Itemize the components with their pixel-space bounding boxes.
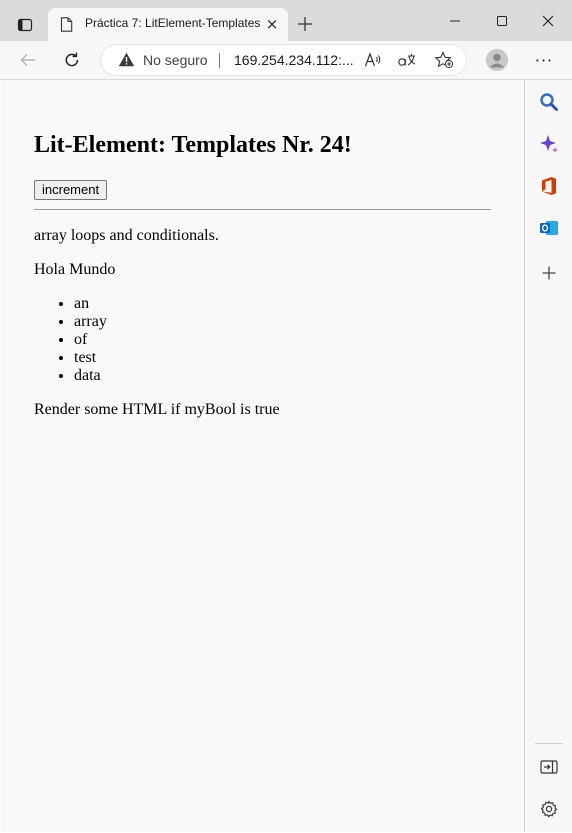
address-bar[interactable]: No seguro 169.254.234.112:...	[101, 45, 466, 75]
refresh-button[interactable]	[57, 45, 87, 75]
sidebar-divider	[535, 743, 563, 744]
warning-icon[interactable]	[118, 52, 135, 67]
sidebar-search-button[interactable]	[536, 89, 562, 115]
read-aloud-button[interactable]	[361, 49, 385, 71]
search-icon	[540, 93, 558, 111]
increment-button[interactable]: increment	[34, 180, 108, 200]
minimize-button[interactable]	[432, 0, 478, 41]
list-item: data	[74, 367, 107, 385]
data-list: an array of test data	[34, 295, 107, 385]
browser-tab-active[interactable]: Práctica 7: LitElement-Templates ×	[48, 8, 288, 41]
greeting-text: Hola Mundo	[34, 261, 116, 278]
url-text[interactable]: 169.254.234.112:...	[234, 52, 354, 68]
maximize-button[interactable]	[479, 0, 525, 41]
back-button[interactable]	[13, 45, 43, 75]
refresh-icon	[65, 52, 79, 67]
list-item: test	[74, 349, 107, 367]
sidebar-settings-button[interactable]	[536, 796, 562, 822]
more-icon: ···	[534, 50, 554, 70]
outlook-icon	[540, 221, 558, 235]
maximize-icon	[497, 15, 507, 26]
favorite-button[interactable]	[432, 49, 456, 71]
browser-toolbar: No seguro 169.254.234.112:... ···	[0, 41, 572, 80]
tab-actions-button[interactable]	[8, 8, 42, 42]
translate-button[interactable]	[395, 49, 419, 71]
security-status-label[interactable]: No seguro	[143, 52, 208, 68]
sidebar-outlook-button[interactable]	[536, 215, 562, 241]
address-divider	[219, 53, 220, 68]
new-tab-button[interactable]	[291, 10, 319, 38]
list-item: array	[74, 313, 107, 331]
copilot-icon	[540, 135, 558, 153]
plus-icon	[298, 17, 312, 31]
intro-text: array loops and conditionals.	[34, 227, 219, 244]
translate-icon	[398, 54, 416, 66]
add-icon	[542, 266, 556, 280]
sidebar-copilot-button[interactable]	[536, 131, 562, 157]
sidebar-office-button[interactable]	[536, 173, 562, 199]
sidebar-add-button[interactable]	[536, 260, 562, 286]
browser-titlebar: Práctica 7: LitElement-Templates ×	[0, 0, 572, 41]
sidebar-hide-button[interactable]	[536, 754, 562, 780]
back-arrow-icon	[20, 53, 35, 67]
tab-actions-icon	[17, 18, 33, 32]
conditional-text: Render some HTML if myBool is true	[34, 401, 280, 418]
more-button[interactable]: ···	[530, 45, 558, 75]
minimize-icon	[450, 20, 460, 21]
favorite-add-icon	[434, 51, 454, 69]
page-viewport: Lit-Element: Templates Nr. 24! increment…	[1, 80, 524, 832]
profile-button[interactable]	[486, 49, 508, 71]
read-aloud-icon	[364, 52, 381, 67]
close-icon	[542, 15, 554, 26]
window-close-button[interactable]	[525, 0, 571, 41]
tab-close-button[interactable]: ×	[263, 15, 281, 33]
settings-icon	[540, 800, 558, 818]
tab-title: Práctica 7: LitElement-Templates	[85, 16, 261, 30]
browser-sidebar	[524, 80, 572, 832]
hide-sidebar-icon	[540, 760, 558, 774]
page-heading: Lit-Element: Templates Nr. 24!	[34, 132, 352, 158]
list-item: an	[74, 295, 107, 313]
office-icon	[542, 177, 556, 195]
page-icon	[60, 17, 73, 32]
profile-avatar-icon	[486, 49, 508, 71]
horizontal-rule	[34, 209, 491, 210]
list-item: of	[74, 331, 107, 349]
